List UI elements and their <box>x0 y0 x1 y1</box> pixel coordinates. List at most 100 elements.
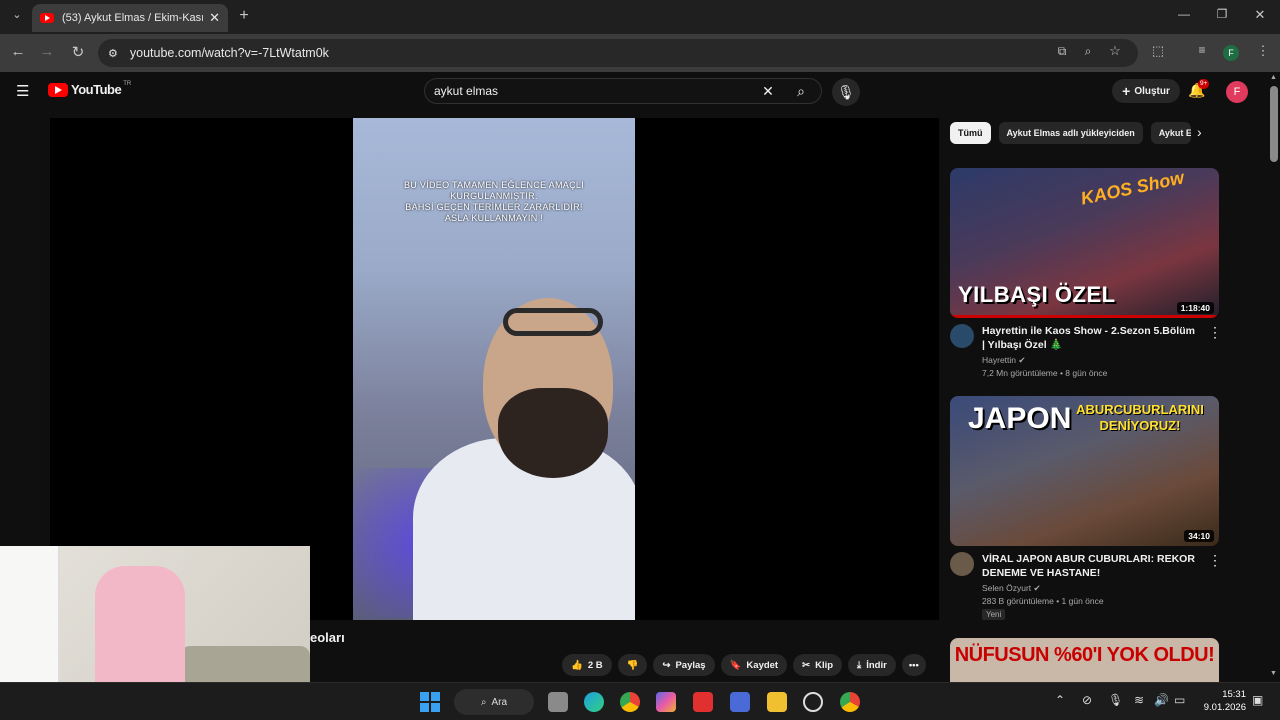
clip-button[interactable]: ✂ Klip <box>793 654 843 676</box>
chrome-active-icon[interactable] <box>840 692 860 712</box>
reload-icon[interactable]: ↻ <box>66 43 90 61</box>
like-button[interactable]: 👍 2 B <box>562 654 612 676</box>
channel-avatar[interactable] <box>950 324 974 348</box>
new-tab-button[interactable]: + <box>232 7 256 25</box>
mute-icon[interactable]: ⊘ <box>1082 693 1092 707</box>
profile-avatar-icon[interactable]: F <box>1223 45 1239 61</box>
tray-expand-icon[interactable]: ⌃ <box>1055 693 1065 707</box>
chip-all[interactable]: Tümü <box>950 122 991 144</box>
dislike-button[interactable]: 👎 <box>617 654 648 676</box>
video-warning-overlay: BU VİDEO TAMAMEN EĞLENCE AMAÇLI KURGULAN… <box>353 180 635 224</box>
microsoft-store-icon[interactable] <box>730 692 750 712</box>
bookmark-star-icon[interactable]: ☆ <box>1103 43 1127 59</box>
task-view-icon[interactable] <box>548 692 568 712</box>
clock-time: 15:31 <box>1222 689 1246 700</box>
wps-office-icon[interactable] <box>693 692 713 712</box>
share-button[interactable]: ↪ Paylaş <box>653 654 715 676</box>
maximize-icon[interactable]: ❐ <box>1210 7 1234 21</box>
chip-related[interactable]: Aykut El <box>1150 122 1191 144</box>
edge-icon[interactable] <box>584 692 604 712</box>
back-icon[interactable]: ← <box>6 43 30 60</box>
thumb-headline: JAPON <box>968 402 1072 435</box>
filter-chips: Tümü Aykut Elmas adlı yükleyiciden Aykut… <box>950 122 1191 144</box>
region-code: TR <box>123 80 132 87</box>
recommendation-thumbnail[interactable]: KAOS Show YILBAŞI ÖZEL 1:18:40 <box>950 168 1219 318</box>
tab-title: (53) Aykut Elmas / Ekim-Kasım <box>62 12 204 24</box>
search-value: aykut elmas <box>434 84 499 98</box>
page-scrollbar-thumb[interactable] <box>1270 86 1278 162</box>
install-icon[interactable]: ⧉ <box>1050 44 1074 59</box>
create-button[interactable]: + Oluştur <box>1112 79 1180 103</box>
youtube-logo-text: YouTube <box>71 82 122 97</box>
battery-icon[interactable]: ▭ <box>1174 693 1185 707</box>
notifications-button[interactable]: 🔔 9+ <box>1188 79 1210 102</box>
more-actions-button[interactable]: ••• <box>901 654 926 676</box>
clear-search-icon[interactable]: ✕ <box>755 83 781 100</box>
page-scrollbar-track[interactable] <box>1268 72 1280 682</box>
taskbar-clock[interactable]: 15:31 9.01.2026 <box>1196 688 1246 714</box>
chips-next-icon[interactable]: › <box>1197 124 1202 140</box>
watch-progress <box>950 315 1219 318</box>
download-button[interactable]: ⤓ İndir <box>848 654 896 676</box>
duration-badge: 1:18:40 <box>1176 302 1214 314</box>
more-options-icon[interactable]: ⋮ <box>1208 324 1222 341</box>
taskbar-search-button[interactable]: ⌕ Ara <box>454 689 534 715</box>
plus-icon: + <box>1122 83 1131 99</box>
video-person-beard <box>498 388 608 478</box>
channel-avatar[interactable] <box>950 552 974 576</box>
volume-icon[interactable]: 🔊 <box>1154 693 1169 707</box>
thumb-brand: KAOS Show <box>1078 168 1186 209</box>
clock-app-icon[interactable] <box>803 692 823 712</box>
save-button[interactable]: 🔖 Kaydet <box>720 654 788 676</box>
scroll-down-icon[interactable]: ▼ <box>1270 670 1277 677</box>
taskbar-search-label: Ara <box>491 696 508 708</box>
search-input[interactable]: aykut elmas ✕ ⌕ <box>424 78 822 104</box>
tab-list-icon[interactable]: ⌄ <box>5 8 29 21</box>
thumbs-down-icon: 👎 <box>626 659 639 671</box>
thumb-headline: YILBAŞI ÖZEL <box>958 282 1116 307</box>
extensions-icon[interactable]: ⬚ <box>1146 43 1170 59</box>
browser-tab[interactable]: (53) Aykut Elmas / Ekim-Kasım ✕ <box>32 4 228 32</box>
recommendation-meta: 7,2 Mn görüntüleme • 8 gün önce <box>982 368 1108 378</box>
guide-menu-icon[interactable]: ☰ <box>16 82 29 100</box>
video-player[interactable]: BU VİDEO TAMAMEN EĞLENCE AMAÇLI KURGULAN… <box>50 118 939 620</box>
new-badge: Yeni <box>982 609 1006 620</box>
start-windows-icon[interactable] <box>420 692 440 712</box>
forward-icon[interactable]: → <box>35 43 59 60</box>
copilot-icon[interactable] <box>656 692 676 712</box>
thumbs-up-icon: 👍 <box>571 659 583 671</box>
duration-badge: 34:10 <box>1184 530 1214 542</box>
share-icon: ↪ <box>662 659 671 671</box>
chip-from-uploader[interactable]: Aykut Elmas adlı yükleyiciden <box>998 122 1143 144</box>
url-field[interactable]: ⚙ youtube.com/watch?v=-7LtWtatm0k <box>98 39 1138 67</box>
microphone-icon[interactable]: 🎙 <box>1108 693 1123 707</box>
recommendation-title[interactable]: VİRAL JAPON ABUR CUBURLARI: REKOR DENEME… <box>982 552 1200 580</box>
recommendation-thumbnail[interactable]: JAPON ABURCUBURLARINI DENİYORUZ! 34:10 <box>950 396 1219 546</box>
scroll-up-icon[interactable]: ▲ <box>1270 74 1277 81</box>
tab-search-icon[interactable]: ≡ <box>1190 43 1214 57</box>
channel-name[interactable]: Selen Özyurt ✔ <box>982 582 1041 595</box>
close-window-icon[interactable]: ✕ <box>1248 7 1272 23</box>
zoom-icon[interactable]: ⌕ <box>1076 44 1100 59</box>
minimize-icon[interactable]: — <box>1172 7 1196 21</box>
wifi-icon[interactable]: ≋ <box>1134 693 1144 707</box>
bookmark-icon: 🔖 <box>729 659 742 671</box>
recommendation-title[interactable]: Hayrettin ile Kaos Show - 2.Sezon 5.Bölü… <box>982 324 1200 352</box>
more-options-icon[interactable]: ⋮ <box>1208 552 1222 569</box>
file-explorer-icon[interactable] <box>767 692 787 712</box>
channel-name[interactable]: Hayrettin ✔ <box>982 354 1026 367</box>
chrome-icon[interactable] <box>620 692 640 712</box>
recommendation-thumbnail[interactable]: NÜFUSUN %60'I YOK OLDU! <box>950 638 1219 682</box>
site-info-icon[interactable]: ⚙ <box>108 47 118 60</box>
notification-count-badge: 9+ <box>1198 79 1210 89</box>
notification-center-icon[interactable]: ▣ <box>1252 693 1263 707</box>
address-bar-row: ← → ↻ ⚙ youtube.com/watch?v=-7LtWtatm0k … <box>0 34 1280 72</box>
browser-menu-icon[interactable]: ⋮ <box>1251 43 1275 59</box>
thumb-headline: NÜFUSUN %60'I YOK OLDU! <box>954 644 1215 666</box>
search-button[interactable]: ⌕ <box>781 83 821 100</box>
voice-search-icon[interactable]: 🎙 <box>832 78 860 106</box>
share-label: Paylaş <box>675 659 706 671</box>
tab-close-icon[interactable]: ✕ <box>209 10 220 26</box>
account-avatar[interactable]: F <box>1226 81 1248 103</box>
youtube-logo[interactable]: YouTube TR <box>48 80 132 97</box>
